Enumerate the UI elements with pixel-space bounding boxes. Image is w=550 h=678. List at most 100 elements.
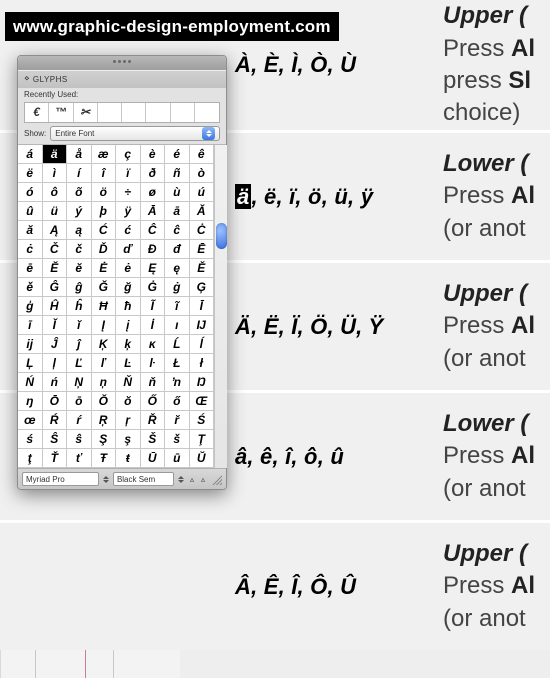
panel-grip-icon[interactable] bbox=[113, 60, 131, 63]
glyph-cell[interactable]: Ġ bbox=[141, 278, 166, 297]
glyph-cell[interactable]: ĩ bbox=[165, 297, 190, 316]
glyph-cell[interactable]: ć bbox=[116, 221, 141, 240]
glyph-cell[interactable]: é bbox=[165, 145, 190, 164]
glyph-cell[interactable]: Ŗ bbox=[92, 411, 117, 430]
zoom-in-icon[interactable]: ▵ bbox=[199, 475, 207, 484]
glyph-grid[interactable]: áäåæçèéêëìíîïðñòóôõö÷øùúûüýþÿĀāĂăĄąĆćĈĉĊ… bbox=[18, 145, 214, 468]
glyph-cell[interactable]: Ĉ bbox=[141, 221, 166, 240]
stepper-icon[interactable] bbox=[177, 476, 185, 483]
glyph-cell[interactable]: ŕ bbox=[67, 411, 92, 430]
recent-glyph[interactable] bbox=[146, 103, 170, 122]
recent-glyph[interactable]: ✂ bbox=[74, 103, 98, 122]
glyph-cell[interactable]: ü bbox=[43, 202, 68, 221]
glyph-cell[interactable]: ť bbox=[67, 449, 92, 468]
glyph-cell[interactable]: Ķ bbox=[92, 335, 117, 354]
glyph-cell[interactable]: î bbox=[92, 164, 117, 183]
glyph-cell[interactable]: ċ bbox=[18, 240, 43, 259]
recent-glyph[interactable]: € bbox=[25, 103, 49, 122]
glyph-cell[interactable]: ă bbox=[18, 221, 43, 240]
glyph-cell[interactable]: ķ bbox=[116, 335, 141, 354]
glyph-cell[interactable]: ø bbox=[141, 183, 166, 202]
glyph-cell[interactable]: ď bbox=[116, 240, 141, 259]
glyph-cell[interactable]: Ľ bbox=[67, 354, 92, 373]
glyph-cell[interactable]: Ĵ bbox=[43, 335, 68, 354]
glyph-cell[interactable]: ŉ bbox=[165, 373, 190, 392]
glyph-cell[interactable]: å bbox=[67, 145, 92, 164]
font-style-select[interactable]: Black Sem bbox=[113, 472, 174, 486]
glyph-cell[interactable]: ŀ bbox=[141, 354, 166, 373]
glyph-cell[interactable]: ğ bbox=[116, 278, 141, 297]
glyph-cell[interactable]: ó bbox=[18, 183, 43, 202]
glyph-cell[interactable]: ò bbox=[190, 164, 215, 183]
glyph-cell[interactable]: Ř bbox=[141, 411, 166, 430]
glyph-cell[interactable]: Ć bbox=[92, 221, 117, 240]
glyph-cell[interactable]: á bbox=[18, 145, 43, 164]
glyph-cell[interactable]: Ĭ bbox=[43, 316, 68, 335]
glyph-cell[interactable]: ř bbox=[165, 411, 190, 430]
glyph-cell[interactable]: ĳ bbox=[18, 335, 43, 354]
glyph-cell[interactable]: Ń bbox=[18, 373, 43, 392]
glyph-cell[interactable]: Ł bbox=[165, 354, 190, 373]
recent-glyph[interactable] bbox=[171, 103, 195, 122]
glyph-cell[interactable]: ą bbox=[67, 221, 92, 240]
glyph-cell[interactable]: ś bbox=[18, 430, 43, 449]
glyph-cell[interactable]: ň bbox=[141, 373, 166, 392]
glyph-cell[interactable]: ç bbox=[116, 145, 141, 164]
glyph-cell[interactable]: ę bbox=[165, 259, 190, 278]
glyph-cell[interactable]: Ĥ bbox=[43, 297, 68, 316]
glyph-cell[interactable]: ĸ bbox=[141, 335, 166, 354]
glyph-cell[interactable]: ô bbox=[43, 183, 68, 202]
glyph-cell[interactable]: Ĝ bbox=[43, 278, 68, 297]
glyph-cell[interactable]: Ś bbox=[190, 411, 215, 430]
recent-glyph[interactable] bbox=[98, 103, 122, 122]
glyph-cell[interactable]: Ā bbox=[141, 202, 166, 221]
glyph-cell[interactable]: Ŕ bbox=[43, 411, 68, 430]
recent-glyph[interactable] bbox=[195, 103, 219, 122]
glyph-cell[interactable]: è bbox=[141, 145, 166, 164]
glyph-cell[interactable]: Œ bbox=[190, 392, 215, 411]
glyph-cell[interactable]: ĺ bbox=[190, 335, 215, 354]
glyph-cell[interactable]: ě bbox=[18, 278, 43, 297]
glyph-cell[interactable]: æ bbox=[92, 145, 117, 164]
scrollbar[interactable] bbox=[214, 145, 227, 468]
glyph-cell[interactable]: ĥ bbox=[67, 297, 92, 316]
font-family-select[interactable]: Myriad Pro bbox=[22, 472, 99, 486]
glyph-cell[interactable]: Ŧ bbox=[92, 449, 117, 468]
glyph-cell[interactable]: ĉ bbox=[165, 221, 190, 240]
glyph-cell[interactable]: ĭ bbox=[67, 316, 92, 335]
glyph-cell[interactable]: Ŝ bbox=[43, 430, 68, 449]
glyph-cell[interactable]: ş bbox=[116, 430, 141, 449]
glyph-cell[interactable]: Ĳ bbox=[190, 316, 215, 335]
glyph-cell[interactable]: Ŀ bbox=[116, 354, 141, 373]
glyph-cell[interactable]: Ň bbox=[116, 373, 141, 392]
glyph-cell[interactable]: ŋ bbox=[18, 392, 43, 411]
glyph-cell[interactable]: ġ bbox=[165, 278, 190, 297]
glyph-cell[interactable]: č bbox=[67, 240, 92, 259]
glyph-cell[interactable]: ħ bbox=[116, 297, 141, 316]
glyph-cell[interactable]: Ť bbox=[43, 449, 68, 468]
glyph-cell[interactable]: Š bbox=[141, 430, 166, 449]
glyph-cell[interactable]: ņ bbox=[92, 373, 117, 392]
glyph-cell[interactable]: Ū bbox=[141, 449, 166, 468]
glyph-cell[interactable]: Ą bbox=[43, 221, 68, 240]
glyph-cell[interactable]: ļ bbox=[43, 354, 68, 373]
glyph-cell[interactable]: Ė bbox=[92, 259, 117, 278]
glyph-cell[interactable]: þ bbox=[92, 202, 117, 221]
glyph-cell[interactable]: į bbox=[116, 316, 141, 335]
glyph-cell[interactable]: Ĕ bbox=[43, 259, 68, 278]
glyph-cell[interactable]: Ĩ bbox=[141, 297, 166, 316]
show-select[interactable]: Entire Font bbox=[50, 126, 220, 141]
glyph-cell[interactable]: ý bbox=[67, 202, 92, 221]
glyph-cell[interactable]: š bbox=[165, 430, 190, 449]
glyph-cell[interactable]: ĕ bbox=[67, 259, 92, 278]
glyph-cell[interactable]: ê bbox=[190, 145, 215, 164]
glyph-cell[interactable]: Ē bbox=[190, 240, 215, 259]
glyph-cell[interactable]: ÷ bbox=[116, 183, 141, 202]
glyph-cell[interactable]: ō bbox=[67, 392, 92, 411]
glyph-cell[interactable]: Ţ bbox=[190, 430, 215, 449]
glyph-cell[interactable]: Ī bbox=[190, 297, 215, 316]
glyph-cell[interactable]: Ş bbox=[92, 430, 117, 449]
glyph-cell[interactable]: õ bbox=[67, 183, 92, 202]
glyph-cell[interactable]: Ĺ bbox=[165, 335, 190, 354]
glyph-cell[interactable]: Ď bbox=[92, 240, 117, 259]
